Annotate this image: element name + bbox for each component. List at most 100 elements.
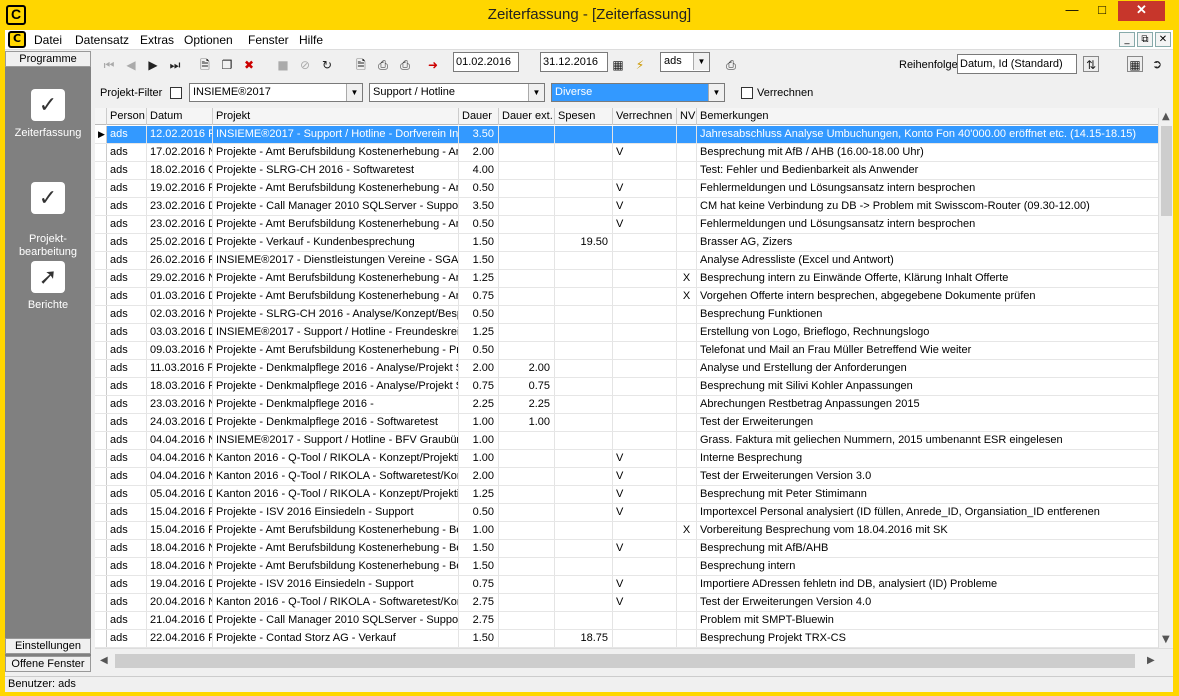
minimize-button[interactable]: —: [1058, 1, 1086, 21]
table-cell[interactable]: [499, 468, 555, 485]
table-cell[interactable]: ads: [107, 342, 147, 359]
table-cell[interactable]: 1.25: [459, 324, 499, 341]
table-cell[interactable]: [499, 324, 555, 341]
row-indicator[interactable]: [95, 216, 107, 233]
column-header[interactable]: NV: [677, 108, 697, 125]
table-cell[interactable]: INSIEME®2017 - Support / Hotline - BFV G…: [213, 432, 459, 449]
table-cell[interactable]: ads: [107, 180, 147, 197]
project-select[interactable]: INSIEME®2017 ▼: [189, 83, 363, 102]
table-cell[interactable]: V: [613, 576, 677, 593]
table-cell[interactable]: [613, 378, 677, 395]
table-cell[interactable]: [613, 306, 677, 323]
table-cell[interactable]: [555, 558, 613, 575]
column-header[interactable]: Verrechnen: [613, 108, 677, 125]
table-cell[interactable]: 05.04.2016 D: [147, 486, 213, 503]
table-cell[interactable]: Projekte - Amt Berufsbildung Kostenerheb…: [213, 342, 459, 359]
table-cell[interactable]: 15.04.2016 F: [147, 522, 213, 539]
table-row[interactable]: ads 23.02.2016 D Projekte - Amt Berufsbild…: [95, 216, 1159, 234]
table-cell[interactable]: ads: [107, 270, 147, 287]
table-cell[interactable]: 04.04.2016 N: [147, 468, 213, 485]
table-cell[interactable]: [613, 630, 677, 647]
table-cell[interactable]: Jahresabschluss Analyse Umbuchungen, Kon…: [697, 126, 1159, 143]
table-cell[interactable]: [677, 432, 697, 449]
scroll-left-icon[interactable]: ◀: [100, 655, 108, 666]
sort-direction-icon[interactable]: ⇅: [1083, 56, 1099, 72]
sidebar-item-projektbearbeitung[interactable]: ✓ Projekt- bearbeitung: [5, 169, 91, 259]
table-cell[interactable]: V: [613, 468, 677, 485]
table-cell[interactable]: ads: [107, 486, 147, 503]
table-cell[interactable]: Fehlermeldungen und Lösungsansatz intern…: [697, 180, 1159, 197]
date-to-field[interactable]: 31.12.2016: [540, 52, 608, 72]
menu-datei[interactable]: Datei: [34, 33, 62, 47]
table-cell[interactable]: Projekte - Denkmalpflege 2016 - Analyse/…: [213, 360, 459, 377]
table-cell[interactable]: [499, 198, 555, 215]
table-cell[interactable]: Fehlermeldungen und Lösungsansatz intern…: [697, 216, 1159, 233]
mdi-minimize-icon[interactable]: _: [1119, 32, 1135, 47]
chevron-down-icon[interactable]: ▼: [528, 84, 544, 101]
table-cell[interactable]: [555, 162, 613, 179]
table-row[interactable]: ads 20.04.2016 N Kanton 2016 - Q-Tool / RI…: [95, 594, 1159, 612]
row-indicator[interactable]: [95, 396, 107, 413]
sidebar-item-berichte[interactable]: ➚ Berichte: [5, 261, 91, 312]
last-record-icon[interactable]: ⏭: [167, 57, 183, 73]
table-cell[interactable]: [555, 450, 613, 467]
table-cell[interactable]: [677, 360, 697, 377]
table-cell[interactable]: 01.03.2016 D: [147, 288, 213, 305]
table-cell[interactable]: [677, 558, 697, 575]
table-cell[interactable]: Projekte - Amt Berufsbildung Kostenerheb…: [213, 540, 459, 557]
table-cell[interactable]: V: [613, 216, 677, 233]
table-cell[interactable]: 18.03.2016 F: [147, 378, 213, 395]
table-cell[interactable]: [555, 360, 613, 377]
table-cell[interactable]: 12.02.2016 F: [147, 126, 213, 143]
table-cell[interactable]: V: [613, 198, 677, 215]
table-cell[interactable]: [677, 504, 697, 521]
row-indicator[interactable]: [95, 288, 107, 305]
table-cell[interactable]: 0.50: [459, 180, 499, 197]
table-cell[interactable]: Kanton 2016 - Q-Tool / RIKOLA - Software…: [213, 468, 459, 485]
table-cell[interactable]: [555, 288, 613, 305]
table-cell[interactable]: Interne Besprechung: [697, 450, 1159, 467]
table-cell[interactable]: [555, 486, 613, 503]
close-button[interactable]: ✕: [1118, 1, 1165, 21]
table-cell[interactable]: V: [613, 180, 677, 197]
table-cell[interactable]: [613, 558, 677, 575]
table-cell[interactable]: [555, 144, 613, 161]
table-cell[interactable]: 18.02.2016 C: [147, 162, 213, 179]
table-cell[interactable]: [613, 162, 677, 179]
programme-button[interactable]: Programme: [5, 51, 91, 67]
layout-grid-icon[interactable]: ▦: [1127, 56, 1143, 72]
table-cell[interactable]: Besprechung intern zu Einwände Offerte, …: [697, 270, 1159, 287]
scroll-thumb[interactable]: [1161, 126, 1172, 216]
table-cell[interactable]: [555, 504, 613, 521]
print-list-icon[interactable]: ⎙: [723, 57, 739, 73]
vertical-scrollbar[interactable]: ▲ ▼: [1158, 108, 1173, 648]
row-indicator[interactable]: [95, 342, 107, 359]
table-cell[interactable]: 2.00: [459, 468, 499, 485]
bill-checkbox[interactable]: [741, 87, 753, 99]
horizontal-scrollbar[interactable]: ◀ ▶: [95, 648, 1173, 672]
export-icon[interactable]: ➜: [425, 57, 441, 73]
table-cell[interactable]: [677, 180, 697, 197]
table-cell[interactable]: 1.50: [459, 630, 499, 647]
row-indicator[interactable]: [95, 414, 107, 431]
table-row[interactable]: ads 18.03.2016 F Projekte - Denkmalpflege …: [95, 378, 1159, 396]
row-indicator[interactable]: [95, 432, 107, 449]
table-cell[interactable]: [677, 324, 697, 341]
date-from-field[interactable]: 01.02.2016: [453, 52, 519, 72]
table-cell[interactable]: 02.03.2016 N: [147, 306, 213, 323]
chevron-down-icon[interactable]: ▼: [708, 84, 724, 101]
table-cell[interactable]: INSIEME®2017 - Support / Hotline - Dorfv…: [213, 126, 459, 143]
table-cell[interactable]: 04.04.2016 N: [147, 450, 213, 467]
table-cell[interactable]: [677, 234, 697, 251]
user-select[interactable]: ads ▼: [660, 52, 710, 72]
row-indicator[interactable]: [95, 180, 107, 197]
table-cell[interactable]: [499, 450, 555, 467]
table-cell[interactable]: 04.04.2016 N: [147, 432, 213, 449]
table-cell[interactable]: 23.03.2016 N: [147, 396, 213, 413]
table-cell[interactable]: [677, 414, 697, 431]
table-row[interactable]: ads 23.02.2016 D Projekte - Call Manager 2…: [95, 198, 1159, 216]
row-indicator[interactable]: [95, 630, 107, 647]
row-indicator[interactable]: [95, 234, 107, 251]
previous-record-icon[interactable]: ◀: [123, 57, 139, 73]
table-cell[interactable]: 1.50: [459, 234, 499, 251]
